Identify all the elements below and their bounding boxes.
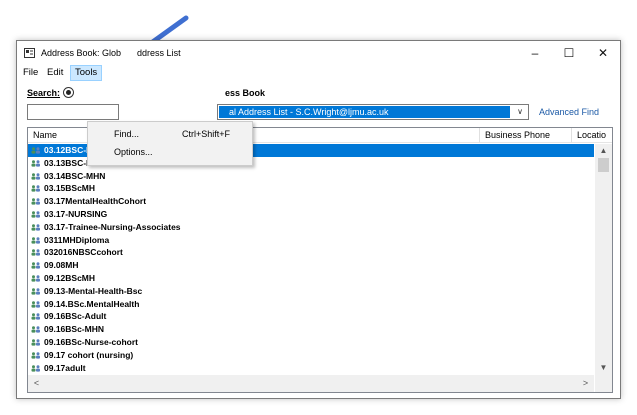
address-book-value: al Address List - S.C.Wright@ljmu.ac.uk: [219, 106, 510, 118]
distribution-list-icon: [31, 364, 40, 372]
distribution-list-icon: [31, 339, 40, 346]
distribution-list-icon: [31, 300, 40, 308]
chevron-down-icon[interactable]: ∨: [512, 105, 528, 119]
distribution-list-icon: [31, 313, 40, 320]
distribution-list-icon: [31, 185, 40, 192]
distribution-list-icon: [31, 249, 40, 256]
minimize-button[interactable]: –: [518, 41, 552, 65]
list-item-label: 0311MHDiploma: [44, 234, 110, 245]
title-bar[interactable]: Address Book: Glob ddress List – ☐ ✕: [17, 41, 620, 65]
scroll-right-icon[interactable]: >: [577, 375, 594, 392]
horizontal-scrollbar[interactable]: < >: [28, 375, 594, 392]
list-item[interactable]: 03.17-Trainee-Nursing-Associates: [28, 221, 594, 234]
menu-file[interactable]: File: [19, 66, 42, 80]
list-item-label: 032016NBSCcohort: [44, 247, 123, 258]
distribution-list-icon: [31, 352, 40, 359]
list-item-label: 09.16BSc-Nurse-cohort: [44, 336, 139, 347]
window-title: Address Book: Glob ddress List: [41, 48, 181, 58]
list-item[interactable]: 03.15BScMH: [28, 182, 594, 195]
list-item[interactable]: 03.14BSC-MHN: [28, 170, 594, 183]
maximize-button[interactable]: ☐: [552, 41, 586, 65]
list-item[interactable]: 09.16BSc-Adult: [28, 310, 594, 323]
list-item-label: 03.14BSC-MHN: [44, 170, 106, 181]
column-header-business-phone[interactable]: Business Phone: [480, 128, 572, 143]
resize-grip[interactable]: [595, 375, 612, 392]
list-item-label: 03.17MentalHealthCohort: [44, 196, 147, 207]
distribution-list-icon: [31, 224, 40, 231]
distribution-list-icon: [31, 262, 40, 269]
list-item[interactable]: 09.12BScMH: [28, 272, 594, 285]
list-item[interactable]: 09.13-Mental-Health-Bsc: [28, 285, 594, 298]
distribution-list-icon: [31, 147, 40, 154]
close-button[interactable]: ✕: [586, 41, 620, 65]
vertical-scrollbar[interactable]: ▲ ▼: [595, 144, 612, 375]
list-item-label: 09.16BSc-MHN: [44, 324, 104, 335]
tools-dropdown-menu: Find... Ctrl+Shift+F Options...: [87, 121, 253, 166]
menu-item-find[interactable]: Find... Ctrl+Shift+F: [88, 126, 252, 143]
menu-tools[interactable]: Tools: [70, 65, 103, 81]
advanced-find-link[interactable]: Advanced Find: [539, 107, 599, 117]
list-item[interactable]: 09.14.BSc.MentalHealth: [28, 298, 594, 311]
list-item-label: 09.17 cohort (nursing): [44, 349, 134, 360]
search-input[interactable]: [27, 104, 119, 120]
menu-edit[interactable]: Edit: [43, 66, 67, 80]
scroll-left-icon[interactable]: <: [28, 375, 45, 392]
scroll-down-icon[interactable]: ▼: [595, 361, 612, 375]
list-item-label: 03.17-NURSING: [44, 208, 108, 219]
list-item-label: 09.13-Mental-Health-Bsc: [44, 285, 143, 296]
list-item[interactable]: 09.16BSc-Nurse-cohort: [28, 336, 594, 349]
search-label: Search:: [27, 88, 61, 98]
scroll-up-icon[interactable]: ▲: [595, 144, 612, 158]
distribution-list-icon: [31, 288, 40, 295]
list-item-label: 09.14.BSc.MentalHealth: [44, 298, 140, 309]
address-book-icon: [24, 48, 35, 58]
find-label: Find...: [114, 129, 140, 139]
options-label: Options...: [114, 147, 153, 157]
address-book-window: Address Book: Glob ddress List – ☐ ✕ File…: [16, 40, 621, 399]
distribution-list-icon: [31, 275, 40, 282]
menu-bar: File Edit Tools: [17, 65, 620, 82]
list-item[interactable]: 03.17-NURSING: [28, 208, 594, 221]
distribution-list-icon: [31, 326, 40, 333]
list-item-label: 09.12BScMH: [44, 272, 96, 283]
list-item[interactable]: 09.17 cohort (nursing): [28, 349, 594, 362]
address-book-dropdown[interactable]: al Address List - S.C.Wright@ljmu.ac.uk …: [217, 104, 529, 120]
distribution-list-icon: [31, 160, 40, 167]
distribution-list-icon: [31, 236, 40, 244]
menu-item-options[interactable]: Options...: [88, 144, 252, 161]
list-item[interactable]: 09.08MH: [28, 259, 594, 272]
distribution-list-icon: [31, 211, 40, 218]
distribution-list-icon: [31, 172, 40, 180]
distribution-list-icon: [31, 198, 40, 205]
list-item-label: 03.15BScMH: [44, 183, 96, 194]
list-item-label: 09.16BSc-Adult: [44, 311, 107, 322]
list-item[interactable]: 09.17adult: [28, 362, 594, 375]
list-item-label: 03.17-Trainee-Nursing-Associates: [44, 221, 181, 232]
list-item[interactable]: 0311MHDiploma: [28, 234, 594, 247]
list-item[interactable]: 032016NBSCcohort: [28, 246, 594, 259]
list-item[interactable]: 09.16BSc-MHN: [28, 323, 594, 336]
find-shortcut: Ctrl+Shift+F: [182, 129, 231, 139]
column-header-location[interactable]: Locatio: [572, 128, 612, 143]
column-header-title[interactable]: Title: [228, 128, 480, 143]
list-item-label: 09.08MH: [44, 260, 79, 271]
address-book-label: ess Book: [225, 88, 266, 98]
name-only-radio[interactable]: [63, 87, 74, 98]
list-item[interactable]: 03.17MentalHealthCohort: [28, 195, 594, 208]
contact-rows: 03.12BSC-MHN 03.13BSC-MHN 03.14BSC-MHN 03.1…: [28, 144, 594, 374]
address-list: Name Title Business Phone Locatio 03.12B…: [27, 127, 613, 393]
scroll-thumb[interactable]: [598, 158, 609, 172]
list-item-label: 09.17adult: [44, 362, 86, 373]
